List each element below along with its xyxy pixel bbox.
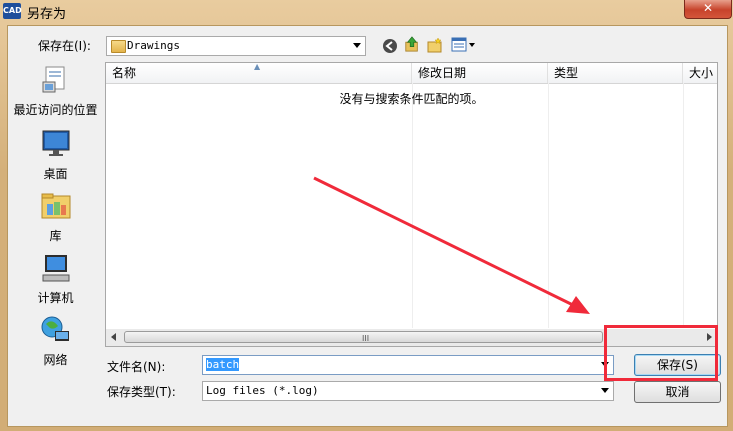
scrollbar-thumb[interactable]: III — [124, 331, 603, 343]
save-in-value: Drawings — [127, 39, 180, 52]
filename-value: batch — [206, 358, 240, 371]
new-folder-icon[interactable] — [427, 37, 443, 53]
empty-message: 没有与搜索条件匹配的项。 — [339, 92, 484, 106]
place-desktop[interactable]: 桌面 — [8, 128, 103, 182]
close-button[interactable]: ✕ — [684, 0, 732, 19]
place-libraries-label: 库 — [49, 229, 62, 243]
places-bar: 最近访问的位置 桌面 库 计算机 网络 — [8, 58, 103, 368]
save-in-combo[interactable]: Drawings — [106, 36, 366, 56]
column-divider — [412, 83, 413, 328]
folder-icon — [111, 40, 126, 53]
place-recent[interactable]: 最近访问的位置 — [8, 64, 103, 118]
filetype-value: Log files (*.log) — [206, 384, 319, 397]
column-date[interactable]: 修改日期 — [412, 63, 548, 83]
place-network-label: 网络 — [43, 353, 68, 367]
place-network[interactable]: 网络 — [8, 314, 103, 368]
desktop-icon — [42, 130, 69, 156]
dialog-frame: CAD 另存为 ✕ 保存在(I): Drawings 最近访问的位置 桌面 库 … — [0, 0, 733, 431]
column-name-label: 名称 — [112, 66, 137, 80]
column-size[interactable]: 大小 — [683, 63, 717, 83]
scrollbar-grip: III — [362, 334, 370, 343]
place-computer[interactable]: 计算机 — [8, 252, 103, 306]
column-divider — [548, 83, 549, 328]
filename-label: 文件名(N): — [107, 360, 166, 374]
libraries-icon — [41, 193, 70, 219]
file-list[interactable]: 名称 ▲ 修改日期 类型 大小 没有与搜索条件匹配的项。 III — [105, 62, 718, 347]
place-recent-label: 最近访问的位置 — [13, 103, 98, 117]
computer-icon — [42, 255, 69, 282]
app-icon: CAD — [3, 3, 22, 19]
sort-ascending-icon: ▲ — [254, 62, 261, 71]
network-icon — [41, 316, 69, 341]
place-libraries[interactable]: 库 — [8, 190, 103, 244]
filetype-label: 保存类型(T): — [107, 385, 176, 399]
up-folder-icon[interactable] — [404, 36, 420, 52]
save-in-label: 保存在(I): — [38, 39, 91, 53]
column-divider — [683, 83, 684, 328]
place-desktop-label: 桌面 — [43, 167, 68, 181]
title-bar: CAD 另存为 ✕ — [0, 0, 733, 24]
chevron-down-icon — [601, 388, 609, 393]
filetype-select[interactable]: Log files (*.log) — [202, 381, 614, 401]
recent-places-icon — [42, 66, 64, 93]
back-icon[interactable] — [382, 38, 398, 54]
column-header: 名称 ▲ 修改日期 类型 大小 — [106, 62, 717, 84]
column-type[interactable]: 类型 — [548, 63, 683, 83]
place-computer-label: 计算机 — [37, 291, 74, 305]
view-menu-icon[interactable] — [451, 37, 477, 53]
column-name[interactable]: 名称 ▲ — [106, 62, 412, 83]
filename-input[interactable]: batch — [202, 355, 614, 375]
chevron-down-icon — [353, 43, 361, 48]
cancel-button[interactable]: 取消 — [634, 381, 721, 403]
window-title: 另存为 — [27, 7, 67, 22]
scroll-left-arrow[interactable] — [111, 333, 116, 341]
annotation-highlight-box — [604, 325, 718, 381]
